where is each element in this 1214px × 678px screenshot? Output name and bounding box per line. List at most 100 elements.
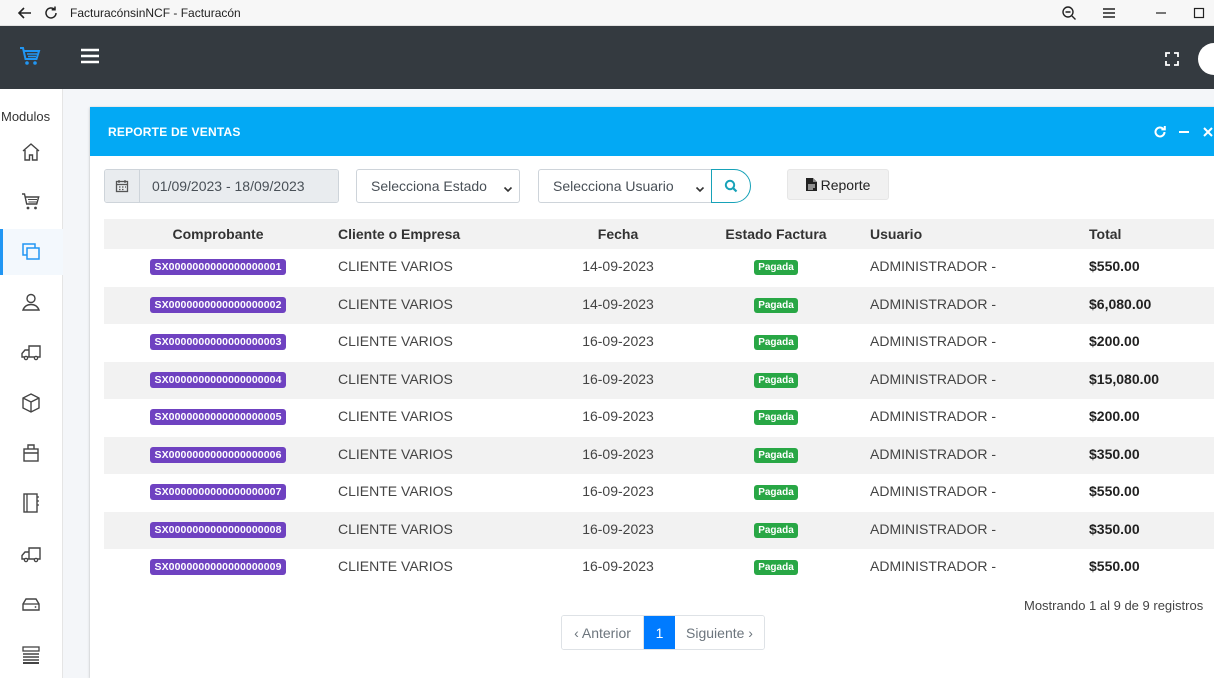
comprobante-cell: SX0000000000000000003 [104, 324, 332, 362]
header-usuario[interactable]: Usuario [870, 219, 1070, 249]
sidebar-item-reports[interactable] [0, 229, 63, 275]
total-cell: $200.00 [1089, 333, 1140, 349]
search-button[interactable] [711, 169, 751, 203]
table-row: SX0000000000000000001 CLIENTE VARIOS 14-09… [104, 249, 1214, 287]
sidebar-item-home[interactable] [0, 129, 63, 175]
fecha-cell: 16-09-2023 [582, 445, 654, 462]
cliente-cell: CLIENTE VARIOS [338, 370, 453, 387]
comprobante-cell: SX0000000000000000004 [104, 362, 332, 400]
usuario-select-value: Selecciona Usuario [553, 178, 674, 194]
prev-page-button[interactable]: ‹ Anterior [562, 616, 644, 649]
table-row: SX0000000000000000007 CLIENTE VARIOS 16-09… [104, 474, 1214, 512]
date-range-picker[interactable]: 01/09/2023 - 18/09/2023 [104, 169, 339, 203]
cliente-cell: CLIENTE VARIOS [338, 295, 453, 312]
user-avatar[interactable] [1198, 43, 1214, 75]
sidebar-item-inventory[interactable] [0, 430, 63, 476]
box-icon [21, 393, 40, 413]
calendar-icon[interactable] [105, 170, 140, 202]
fullscreen-icon[interactable] [1165, 52, 1179, 71]
table-row: SX0000000000000000008 CLIENTE VARIOS 16-09… [104, 511, 1214, 549]
comprobante-badge: SX0000000000000000007 [150, 484, 286, 500]
header-comprobante[interactable]: Comprobante [104, 219, 332, 249]
header-fecha[interactable]: Fecha [548, 219, 688, 249]
table-header-row: Comprobante Cliente o Empresa Fecha Esta… [104, 219, 1214, 249]
page-button-current[interactable]: 1 [644, 616, 675, 649]
estado-select-value: Selecciona Estado [371, 178, 487, 194]
close-icon[interactable] [1196, 120, 1214, 144]
sidebar-item-suppliers[interactable] [0, 329, 63, 375]
comprobante-badge: SX0000000000000000009 [150, 559, 286, 575]
sidebar-item-sales[interactable] [0, 178, 63, 224]
usuario-cell: ADMINISTRADOR - [870, 258, 996, 274]
comprobante-cell: SX0000000000000000006 [104, 437, 332, 475]
fecha-cell: 14-09-2023 [582, 295, 654, 312]
collapse-icon[interactable] [1172, 120, 1196, 144]
status-badge: Pagada [754, 297, 798, 313]
estado-cell: Pagada [696, 399, 856, 437]
usuario-cell: ADMINISTRADOR - [870, 445, 996, 462]
zoom-icon[interactable] [1058, 2, 1080, 24]
browser-title: FacturacónsinNCF - Facturacón [70, 5, 241, 20]
date-range-input[interactable]: 01/09/2023 - 18/09/2023 [140, 170, 338, 202]
estado-select[interactable]: Selecciona Estado [356, 169, 520, 203]
next-page-button[interactable]: Siguiente › [675, 616, 764, 649]
usuario-select[interactable]: Selecciona Usuario [538, 169, 712, 203]
list-icon [21, 646, 40, 664]
total-cell: $350.00 [1089, 520, 1140, 537]
maximize-icon[interactable] [1188, 2, 1210, 24]
total-cell: $200.00 [1089, 408, 1140, 424]
header-estado[interactable]: Estado Factura [696, 219, 856, 249]
status-badge: Pagada [754, 335, 798, 350]
table-row: SX0000000000000000002 CLIENTE VARIOS 14-09… [104, 286, 1214, 324]
back-arrow-icon[interactable] [14, 2, 36, 24]
minimize-icon[interactable] [1150, 2, 1172, 24]
status-badge: Pagada [754, 522, 798, 538]
book-icon [22, 493, 39, 513]
card-tools [1148, 107, 1214, 156]
browser-titlebar: FacturacónsinNCF - Facturacón [0, 0, 1214, 26]
cliente-cell: CLIENTE VARIOS [338, 258, 453, 274]
truck-icon [20, 345, 41, 361]
estado-cell: Pagada [696, 249, 856, 287]
table-row: SX0000000000000000003 CLIENTE VARIOS 16-09… [104, 324, 1214, 362]
fecha-cell: 16-09-2023 [582, 520, 654, 537]
table-row: SX0000000000000000005 CLIENTE VARIOS 16-09… [104, 399, 1214, 437]
sidebar-item-catalog[interactable] [0, 480, 63, 526]
header-cliente[interactable]: Cliente o Empresa [338, 219, 538, 249]
reload-icon[interactable] [40, 2, 62, 24]
menu-icon[interactable] [1098, 2, 1120, 24]
cart-icon [21, 193, 40, 210]
cliente-cell: CLIENTE VARIOS [338, 445, 453, 462]
comprobante-cell: SX0000000000000000007 [104, 474, 332, 512]
sidebar-item-shipping[interactable] [0, 531, 63, 577]
modules-label: Modulos [1, 109, 51, 124]
report-button[interactable]: Reporte [787, 169, 889, 200]
comprobante-cell: SX0000000000000000009 [104, 549, 332, 587]
cliente-cell: CLIENTE VARIOS [338, 520, 453, 537]
status-badge: Pagada [754, 410, 798, 425]
report-button-label: Reporte [820, 176, 871, 193]
cliente-cell: CLIENTE VARIOS [338, 558, 453, 574]
hamburger-menu-icon[interactable] [80, 47, 100, 70]
records-summary: Mostrando 1 al 9 de 9 registros [1024, 598, 1204, 613]
sidebar-item-products[interactable] [0, 380, 63, 426]
fecha-cell: 16-09-2023 [582, 333, 654, 349]
usuario-cell: ADMINISTRADOR - [870, 520, 996, 537]
comprobante-badge: SX0000000000000000005 [150, 409, 286, 425]
total-cell: $6,080.00 [1089, 295, 1152, 312]
usuario-cell: ADMINISTRADOR - [870, 295, 996, 312]
cliente-cell: CLIENTE VARIOS [338, 408, 453, 424]
header-total[interactable]: Total [1089, 219, 1209, 249]
sidebar-item-storage[interactable] [0, 581, 63, 627]
sidebar-item-lists[interactable] [0, 632, 63, 678]
estado-cell: Pagada [696, 437, 856, 475]
fecha-cell: 16-09-2023 [582, 408, 654, 424]
chevron-down-icon [695, 181, 705, 197]
sidebar-item-clients[interactable] [0, 279, 63, 325]
status-badge: Pagada [754, 560, 798, 575]
app-header [0, 26, 1214, 89]
cart-logo-icon[interactable] [18, 45, 42, 72]
briefcase-icon [22, 444, 39, 462]
estado-cell: Pagada [696, 474, 856, 512]
refresh-icon[interactable] [1148, 120, 1172, 144]
